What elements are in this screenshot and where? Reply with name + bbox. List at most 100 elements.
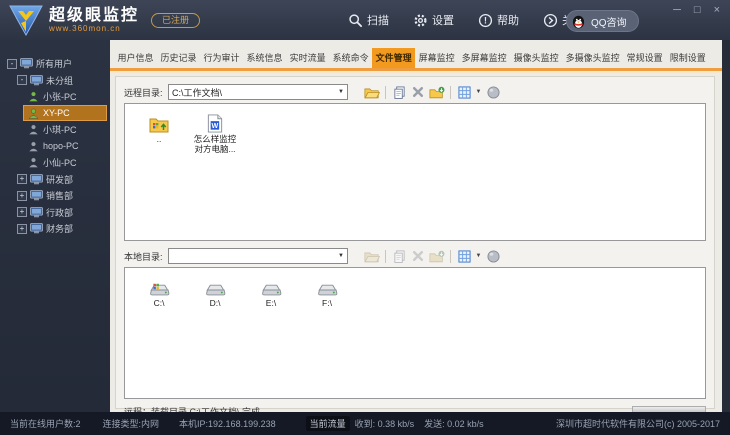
tree-item[interactable]: - 未分组: [14, 73, 106, 87]
brand: 超级眼监控 www.360mon.cn: [8, 4, 139, 37]
tab-限制设置[interactable]: 限制设置: [666, 48, 709, 68]
delete-icon[interactable]: [410, 85, 426, 100]
window-controls: ─ □ ×: [673, 5, 720, 16]
caret-down-icon[interactable]: ▼: [475, 89, 482, 95]
user-online-icon: [27, 91, 40, 102]
tree-item[interactable]: - 所有用户: [4, 57, 106, 71]
file-item[interactable]: W 怎么样监控对方电脑...: [189, 111, 241, 154]
drive-icon: [317, 275, 338, 297]
combo-dropdown-icon[interactable]: ▼: [338, 89, 344, 95]
folder-download-icon[interactable]: [429, 85, 445, 100]
menu-item-label: 设置: [432, 15, 454, 27]
settings-icon: [413, 13, 428, 28]
tree-item-label: 小张-PC: [43, 92, 77, 102]
tab-历史记录[interactable]: 历史记录: [157, 48, 200, 68]
tree-item-label: XY-PC: [43, 108, 70, 118]
registered-badge: 已注册: [151, 12, 201, 28]
tab-系统命令[interactable]: 系统命令: [329, 48, 372, 68]
globe-icon[interactable]: [485, 85, 501, 100]
globe-icon[interactable]: [485, 249, 501, 264]
tab-系统信息[interactable]: 系统信息: [243, 48, 286, 68]
qq-consult-label: QQ咨询: [591, 17, 627, 29]
computer-group-icon: [30, 74, 43, 86]
traffic-label: 当前流量: [305, 416, 350, 431]
tab-常规设置[interactable]: 常规设置: [623, 48, 666, 68]
collapse-icon[interactable]: -: [17, 75, 27, 85]
tree-item[interactable]: + 研发部: [14, 172, 106, 186]
delete-icon[interactable]: [410, 249, 426, 264]
status-bar: 当前在线用户数:2 连接类型:内网 本机IP:192.168.199.238 当…: [0, 412, 730, 435]
tree-item[interactable]: XY-PC: [23, 105, 107, 121]
local-directory-label: 本地目录:: [124, 251, 163, 262]
tree-item[interactable]: + 销售部: [14, 189, 106, 203]
minimize-button[interactable]: ─: [673, 5, 681, 16]
user-offline-icon: [27, 124, 40, 135]
maximize-button[interactable]: □: [694, 5, 701, 16]
remote-directory-combobox[interactable]: C:\工作文档\ ▼: [168, 84, 348, 100]
qq-consult-button[interactable]: QQ咨询: [566, 10, 639, 32]
tab-实时流量[interactable]: 实时流量: [286, 48, 329, 68]
file-item[interactable]: D:\: [189, 275, 241, 308]
tab-多屏幕监控[interactable]: 多屏幕监控: [458, 48, 510, 68]
file-item-name: E:\: [265, 298, 277, 308]
expand-icon[interactable]: +: [17, 174, 27, 184]
folder-download-icon[interactable]: [429, 249, 445, 264]
traffic-sent: 发送: 0.02 kb/s: [424, 419, 484, 429]
topbar-menu-help[interactable]: ! 帮助: [478, 12, 519, 28]
file-item[interactable]: E:\: [245, 275, 297, 308]
remote-directory-label: 远程目录:: [124, 87, 163, 98]
tree-item-label: 行政部: [46, 207, 74, 218]
tree-item[interactable]: 小张-PC: [24, 90, 106, 104]
computer-group-icon: [30, 206, 43, 218]
expand-icon[interactable]: +: [17, 207, 27, 217]
file-manager-panel: 远程目录: C:\工作文档\ ▼ ▼ .. W 怎么样监控对方电脑... 本地目录:…: [115, 76, 715, 417]
topbar-menu-scan[interactable]: 扫描: [348, 12, 389, 28]
file-item[interactable]: ..: [133, 111, 185, 144]
toolbar-separator: [450, 85, 451, 99]
tab-文件管理[interactable]: 文件管理: [372, 48, 416, 68]
combo-dropdown-icon[interactable]: ▼: [338, 253, 344, 259]
remote-file-list[interactable]: .. W 怎么样监控对方电脑...: [124, 103, 706, 241]
view-grid-icon[interactable]: [456, 85, 472, 100]
caret-down-icon[interactable]: ▼: [475, 253, 482, 259]
local-ip: 本机IP:192.168.199.238: [179, 419, 276, 429]
collapse-icon[interactable]: -: [7, 58, 17, 69]
scan-icon: [348, 13, 363, 28]
file-item[interactable]: C:\: [133, 275, 185, 308]
file-item[interactable]: F:\: [301, 275, 353, 308]
folder-open-icon[interactable]: [364, 85, 380, 100]
drive-icon: [261, 275, 282, 297]
drive-windows-icon: [149, 275, 170, 297]
tree-item-label: 小琪-PC: [43, 125, 77, 135]
close-button[interactable]: ×: [714, 5, 720, 16]
tree-item[interactable]: 小琪-PC: [24, 123, 106, 137]
folder-open-icon[interactable]: [364, 249, 380, 264]
drive-icon: [205, 275, 226, 297]
word-doc-icon: W: [207, 111, 223, 133]
qq-penguin-icon: [571, 14, 586, 29]
tree-item[interactable]: + 财务部: [14, 222, 106, 236]
local-file-list[interactable]: C:\ D:\ E:\ F:\: [124, 267, 706, 399]
svg-text:!: !: [484, 15, 487, 25]
tab-用户信息[interactable]: 用户信息: [114, 48, 157, 68]
tab-屏幕监控[interactable]: 屏幕监控: [415, 48, 458, 68]
copy-icon[interactable]: [391, 85, 407, 100]
topbar-menu-settings[interactable]: 设置: [413, 12, 454, 28]
tree-item-label: 财务部: [46, 224, 74, 234]
tree-item[interactable]: hopo-PC: [24, 139, 106, 153]
local-directory-combobox[interactable]: ▼: [168, 248, 348, 264]
tree-item[interactable]: + 行政部: [14, 205, 106, 219]
help-icon: !: [478, 13, 493, 28]
expand-icon[interactable]: +: [17, 223, 27, 234]
remote-directory-value: C:\工作文档\: [172, 87, 223, 98]
view-grid-icon[interactable]: [456, 249, 472, 264]
main-area: - 所有用户 - 未分组小张-PC XY-PC 小琪-PC hopo-PC 小仙-PC + 研发部…: [0, 40, 730, 417]
tree-item[interactable]: 小仙-PC: [24, 156, 106, 170]
tab-行为审计[interactable]: 行为审计: [200, 48, 243, 68]
tab-摄像头监控[interactable]: 摄像头监控: [510, 48, 562, 68]
toolbar-separator: [385, 249, 386, 263]
copy-icon[interactable]: [391, 249, 407, 264]
expand-icon[interactable]: +: [17, 190, 27, 201]
tab-多摄像头监控[interactable]: 多摄像头监控: [562, 48, 623, 68]
copyright: 深圳市超时代软件有限公司(c) 2005-2017: [555, 419, 720, 429]
